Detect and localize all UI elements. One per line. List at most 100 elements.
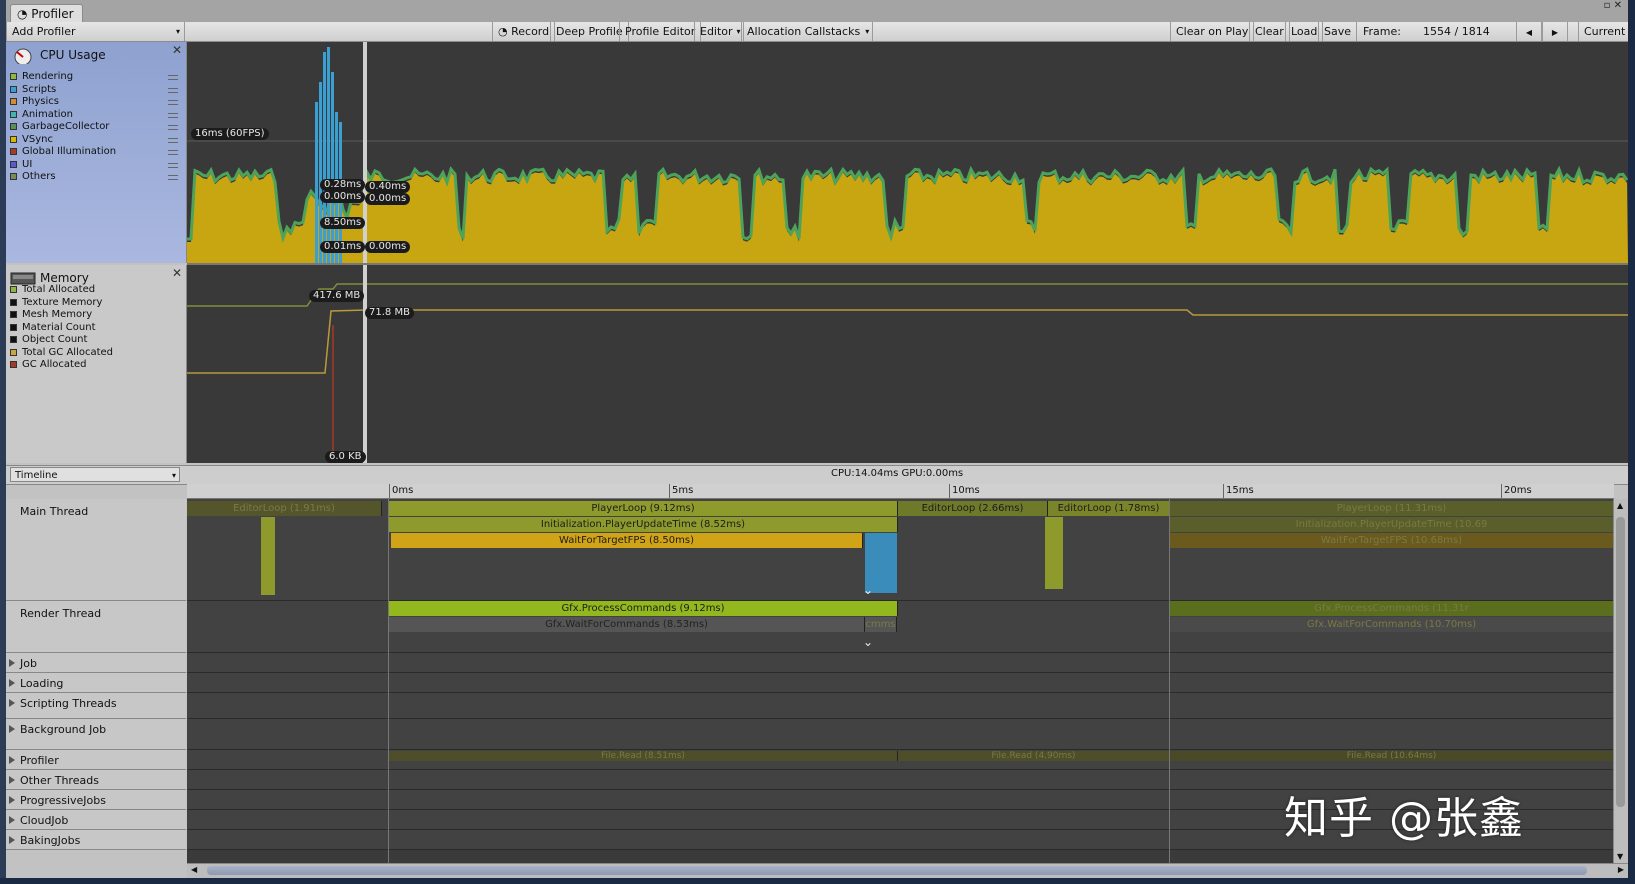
bar-editorloop-b[interactable]: EditorLoop (1.78ms) <box>1048 501 1170 516</box>
legend-swatch <box>10 123 17 130</box>
memory-legend-item[interactable]: GC Allocated <box>10 358 180 371</box>
bar-editorloop-prev[interactable]: EditorLoop (1.91ms) <box>187 501 382 516</box>
bar-player-update-time[interactable]: Initialization.PlayerUpdateTime (8.52ms) <box>389 517 898 532</box>
save-button[interactable]: Save <box>1318 22 1358 41</box>
legend-label: GarbageCollector <box>22 121 110 132</box>
cpu-legend-item[interactable]: UI <box>10 158 180 171</box>
thread-job[interactable]: Job <box>6 653 186 673</box>
profile-editor-button[interactable]: Profile Editor <box>619 22 702 41</box>
thread-scripting-threads[interactable]: Scripting Threads <box>6 693 186 719</box>
bar-player-update-next[interactable]: Initialization.PlayerUpdateTime (10.69 <box>1170 517 1614 532</box>
cpu-legend-item[interactable]: Animation <box>10 108 180 121</box>
bar-gfx-wait-next[interactable]: Gfx.WaitForCommands (10.70ms) <box>1170 617 1614 632</box>
clear-button[interactable]: Clear <box>1249 22 1290 41</box>
bar-playerloop[interactable]: PlayerLoop (9.12ms) <box>389 501 898 516</box>
expand-arrow-icon[interactable] <box>9 756 15 764</box>
thread-background-job[interactable]: Background Job <box>6 719 186 750</box>
expand-arrow-icon[interactable] <box>9 659 15 667</box>
close-icon[interactable]: ✕ <box>172 43 182 57</box>
cpu-legend-item[interactable]: Physics <box>10 95 180 108</box>
expand-arrow-icon[interactable] <box>9 699 15 707</box>
thread-progressivejobs[interactable]: ProgressiveJobs <box>6 790 186 810</box>
time-ruler[interactable]: 0ms 5ms 10ms 15ms 20ms <box>187 484 1614 499</box>
expand-arrow-icon[interactable] <box>9 796 15 804</box>
legend-label: Rendering <box>22 71 74 82</box>
bar-file-read-b[interactable]: File.Read (4.90ms) <box>898 751 1170 761</box>
memory-legend-item[interactable]: Object Count <box>10 333 180 346</box>
clear-on-play-button[interactable]: Clear on Play <box>1170 22 1255 41</box>
next-frame-button[interactable]: ▶ <box>1542 22 1568 41</box>
memory-panel[interactable]: Memory ✕ Total Allocated Texture Memory Me… <box>6 265 187 463</box>
window-controls[interactable]: ▫ ✕ <box>1604 1 1622 11</box>
expand-arrow-icon[interactable] <box>9 725 15 733</box>
cpu-legend-item[interactable]: Global Illumination <box>10 145 180 158</box>
tab-profiler[interactable]: ◔ Profiler <box>10 4 83 23</box>
add-profiler-dropdown[interactable]: Add Profiler ▾ <box>6 22 185 41</box>
bar-playerloop-next[interactable]: PlayerLoop (11.31ms) <box>1170 501 1614 516</box>
cpu-legend-item[interactable]: Scripts <box>10 83 180 96</box>
drag-handle-icon[interactable] <box>168 175 178 180</box>
memory-legend-item[interactable]: Material Count <box>10 321 180 334</box>
editor-dropdown[interactable]: Editor ▾ <box>694 22 744 41</box>
bar-wait-for-target-fps[interactable]: WaitForTargetFPS (8.50ms) <box>391 533 863 548</box>
vertical-scrollbar[interactable]: ▲ ▼ <box>1613 499 1628 863</box>
bar-file-read-c[interactable]: File.Read (10.64ms) <box>1170 751 1614 761</box>
thread-render-thread[interactable]: Render Thread <box>6 601 186 653</box>
drag-handle-icon[interactable] <box>168 75 178 80</box>
thread-cloudjob[interactable]: CloudJob <box>6 810 186 830</box>
thread-loading[interactable]: Loading <box>6 673 186 693</box>
sample-stack-b[interactable] <box>1045 517 1063 589</box>
thread-profiler[interactable]: Profiler <box>6 750 186 770</box>
scroll-left-icon[interactable]: ◀ <box>191 865 197 874</box>
expand-arrow-icon[interactable] <box>9 679 15 687</box>
scroll-down-icon[interactable]: ▼ <box>1617 852 1623 861</box>
sample-stack-a[interactable] <box>261 517 275 595</box>
expand-chevron-icon[interactable]: ⌄ <box>863 583 873 597</box>
cpu-usage-panel[interactable]: CPU Usage ✕ Rendering Scripts Physics Anima… <box>6 42 187 263</box>
deep-profile-button[interactable]: Deep Profile <box>550 22 629 41</box>
drag-handle-icon[interactable] <box>168 137 178 143</box>
memory-legend-item[interactable]: Total Allocated <box>10 283 180 296</box>
drag-handle-icon[interactable] <box>168 100 178 105</box>
drag-handle-icon[interactable] <box>168 150 178 155</box>
memory-graph[interactable]: 417.6 MB 71.8 MB 6.0 KB <box>187 265 1628 463</box>
bar-editorloop-a[interactable]: EditorLoop (2.66ms) <box>898 501 1048 516</box>
current-frame-button[interactable]: Current <box>1578 22 1628 41</box>
memory-legend-item[interactable]: Mesh Memory <box>10 308 180 321</box>
allocation-callstacks-dropdown[interactable]: Allocation Callstacks ▾ <box>741 22 874 41</box>
thread-main-thread[interactable]: Main Thread <box>6 499 186 601</box>
cpu-legend-item[interactable]: GarbageCollector <box>10 120 180 133</box>
cpu-legend-item[interactable]: VSync <box>10 133 180 146</box>
drag-handle-icon[interactable] <box>168 162 178 168</box>
drag-handle-icon[interactable] <box>168 125 178 130</box>
expand-arrow-icon[interactable] <box>9 836 15 844</box>
thread-bakingjobs[interactable]: BakingJobs <box>6 830 186 850</box>
bar-gfx-process-next[interactable]: Gfx.ProcessCommands (11.31r <box>1170 601 1614 616</box>
prev-frame-button[interactable]: ◀ <box>1516 22 1542 41</box>
horizontal-scroll-thumb[interactable] <box>207 866 1587 875</box>
memory-legend-item[interactable]: Total GC Allocated <box>10 346 180 359</box>
drag-handle-icon[interactable] <box>168 112 178 118</box>
expand-arrow-icon[interactable] <box>9 816 15 824</box>
record-button[interactable]: ◔ Record <box>492 22 556 41</box>
cpu-usage-graph[interactable]: 16ms (60FPS) 0.28ms 0.00ms 8.50ms 0.01ms… <box>187 42 1628 265</box>
cpu-tag-physics: 0.00ms <box>320 191 366 203</box>
view-mode-dropdown[interactable]: Timeline ▾ <box>10 467 180 482</box>
bar-file-read-a[interactable]: File.Read (8.51ms) <box>389 751 898 761</box>
cpu-legend-item[interactable]: Others <box>10 170 180 183</box>
scroll-up-icon[interactable]: ▲ <box>1617 501 1623 510</box>
memory-legend-item[interactable]: Texture Memory <box>10 296 180 309</box>
bar-wait-fps-next[interactable]: WaitForTargetFPS (10.68ms) <box>1170 533 1614 548</box>
bar-gfx-process-commands[interactable]: Gfx.ProcessCommands (9.12ms) <box>389 601 898 616</box>
drag-handle-icon[interactable] <box>168 87 178 93</box>
bar-gfx-wait-for-commands[interactable]: Gfx.WaitForCommands (8.53ms) <box>389 617 865 632</box>
vertical-scroll-thumb[interactable] <box>1616 517 1625 807</box>
expand-chevron-icon[interactable]: ⌄ <box>863 635 873 649</box>
close-icon[interactable]: ✕ <box>172 266 182 280</box>
scroll-right-icon[interactable]: ▶ <box>1618 865 1624 874</box>
cpu-legend-item[interactable]: Rendering <box>10 70 180 83</box>
bar-render-small[interactable]: cmms <box>865 617 897 632</box>
thread-other-threads[interactable]: Other Threads <box>6 770 186 790</box>
expand-arrow-icon[interactable] <box>9 776 15 784</box>
horizontal-scrollbar[interactable]: ◀ ▶ <box>187 863 1628 878</box>
